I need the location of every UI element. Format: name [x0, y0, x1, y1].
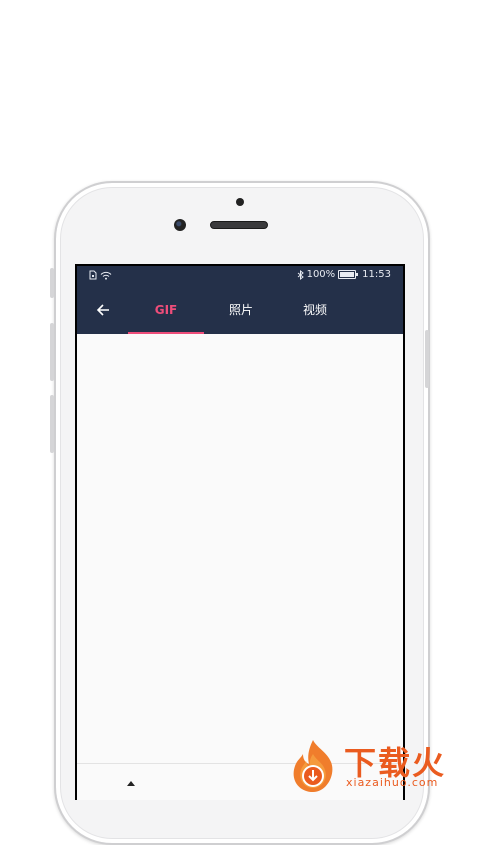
battery-percent: 100% — [306, 269, 336, 280]
front-camera — [174, 219, 186, 231]
tab-label: 照片 — [228, 303, 253, 317]
status-bar: 100% 11:53 — [77, 266, 403, 286]
app-bar: 100% 11:53 GIF 照片 视频 — [77, 266, 403, 334]
wifi-icon — [100, 271, 112, 280]
status-left — [89, 270, 112, 280]
proximity-sensor — [236, 198, 244, 206]
tab-gif[interactable]: GIF — [128, 286, 204, 334]
sim-card-icon — [89, 270, 97, 280]
app-window: 100% 11:53 GIF 照片 视频 — [77, 266, 403, 800]
arrow-left-icon — [96, 304, 109, 316]
tab-photos[interactable]: 照片 — [203, 286, 279, 334]
tab-label: 视频 — [302, 303, 327, 317]
volume-down-button — [50, 395, 54, 453]
status-time: 11:53 — [362, 269, 391, 280]
bluetooth-icon — [297, 269, 304, 280]
mute-switch — [50, 268, 54, 298]
phone-screen: 100% 11:53 GIF 照片 视频 — [75, 264, 405, 800]
watermark: 下载火 xiazaihuo.com — [282, 736, 478, 800]
back-button[interactable] — [91, 298, 115, 322]
tab-label: GIF — [154, 303, 178, 317]
content-area — [77, 334, 403, 800]
flame-logo-icon — [293, 740, 333, 792]
earpiece-speaker — [210, 221, 268, 229]
power-button — [425, 330, 429, 388]
toolbar: GIF 照片 视频 — [77, 286, 403, 334]
watermark-url: xiazaihuo.com — [346, 776, 439, 789]
volume-up-button — [50, 323, 54, 381]
tab-videos[interactable]: 视频 — [277, 286, 353, 334]
caret-up-icon[interactable] — [127, 781, 135, 786]
status-right: 100% 11:53 — [297, 269, 391, 280]
battery-icon — [338, 270, 359, 279]
